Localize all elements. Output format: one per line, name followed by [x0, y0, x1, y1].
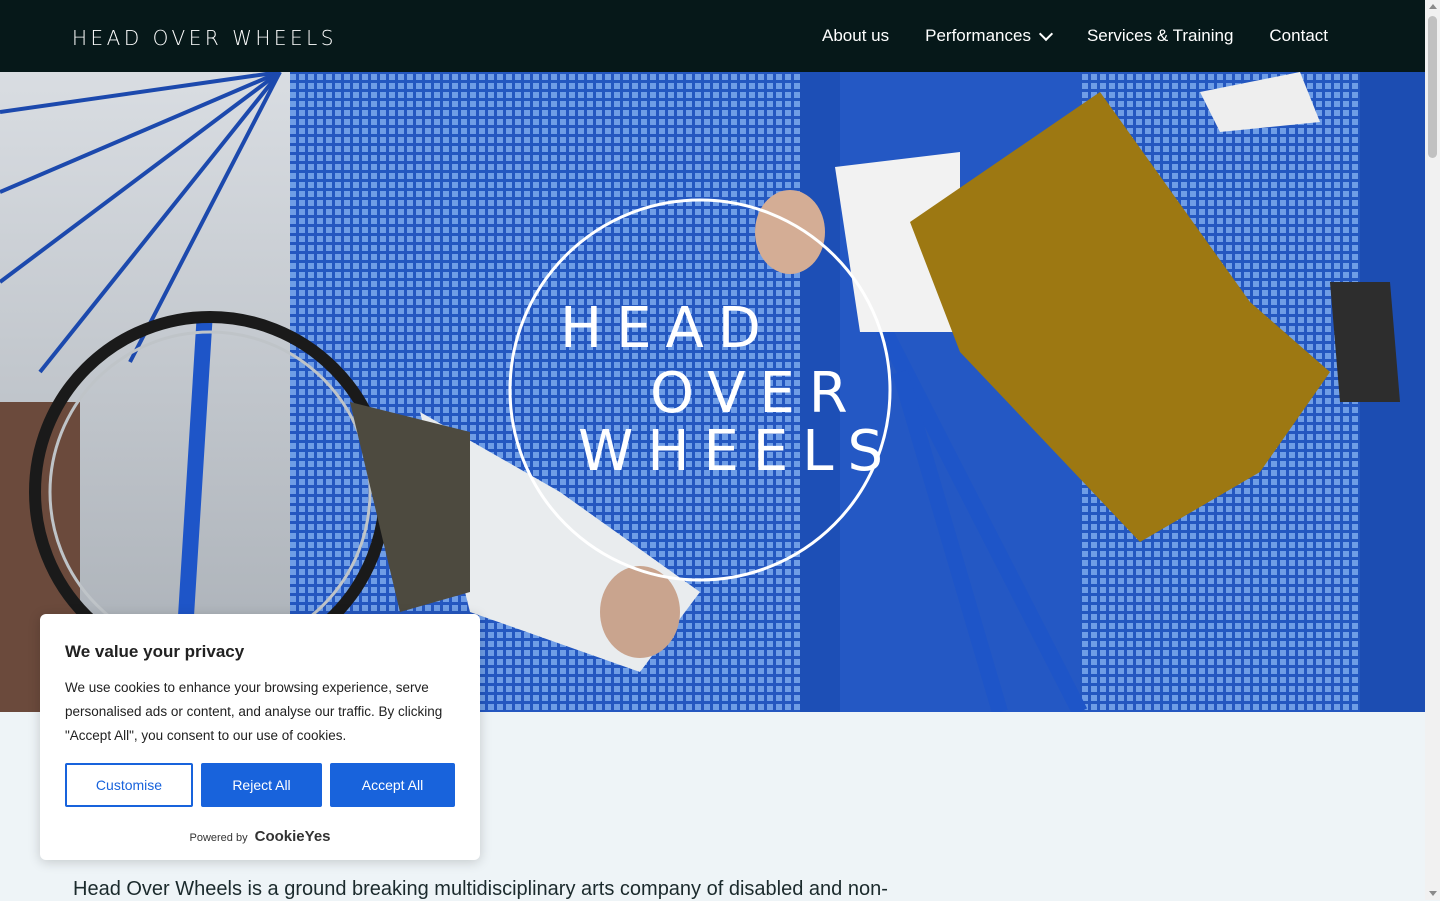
scroll-down-arrow-icon[interactable] — [1429, 891, 1437, 896]
hero-logo-line-3: WHEELS — [578, 419, 897, 484]
nav-about-us[interactable]: About us — [822, 26, 889, 46]
hero-logo-line-2: OVER — [650, 361, 862, 426]
site-header: HEAD OVER WHEELS About us Performances S… — [0, 0, 1425, 72]
powered-by-label: Powered by — [189, 832, 248, 844]
page-scrollbar[interactable] — [1425, 0, 1440, 900]
nav-about-us-label: About us — [822, 26, 890, 45]
intro-text: Head Over Wheels is a ground breaking mu… — [73, 878, 888, 900]
accept-all-button[interactable]: Accept All — [330, 763, 455, 807]
scroll-up-arrow-icon[interactable] — [1429, 4, 1437, 9]
powered-by: Powered by CookieYes — [40, 828, 480, 845]
main-nav: About us Performances Services & Trainin… — [822, 0, 1328, 72]
cookie-description: We use cookies to enhance your browsing … — [65, 680, 443, 743]
nav-performances[interactable]: Performances — [925, 26, 1054, 46]
nav-services-training[interactable]: Services & Training — [1087, 26, 1233, 46]
cookieyes-logo[interactable]: CookieYes — [255, 828, 331, 845]
customise-button[interactable]: Customise — [65, 763, 193, 807]
nav-contact[interactable]: Contact — [1269, 26, 1328, 46]
nav-services-training-label: Services & Training — [1086, 26, 1234, 45]
chevron-down-icon[interactable] — [1038, 26, 1054, 41]
site-logo[interactable]: HEAD OVER WHEELS — [72, 26, 337, 50]
cookie-title: We value your privacy — [65, 642, 245, 661]
hero-logo-line-1: HEAD — [560, 296, 775, 361]
nav-contact-label: Contact — [1269, 26, 1328, 45]
nav-performances-label: Performances — [925, 26, 1031, 45]
cookie-consent-banner: We value your privacy We use cookies to … — [40, 614, 480, 860]
scrollbar-thumb[interactable] — [1428, 16, 1437, 158]
reject-all-button[interactable]: Reject All — [201, 763, 322, 807]
